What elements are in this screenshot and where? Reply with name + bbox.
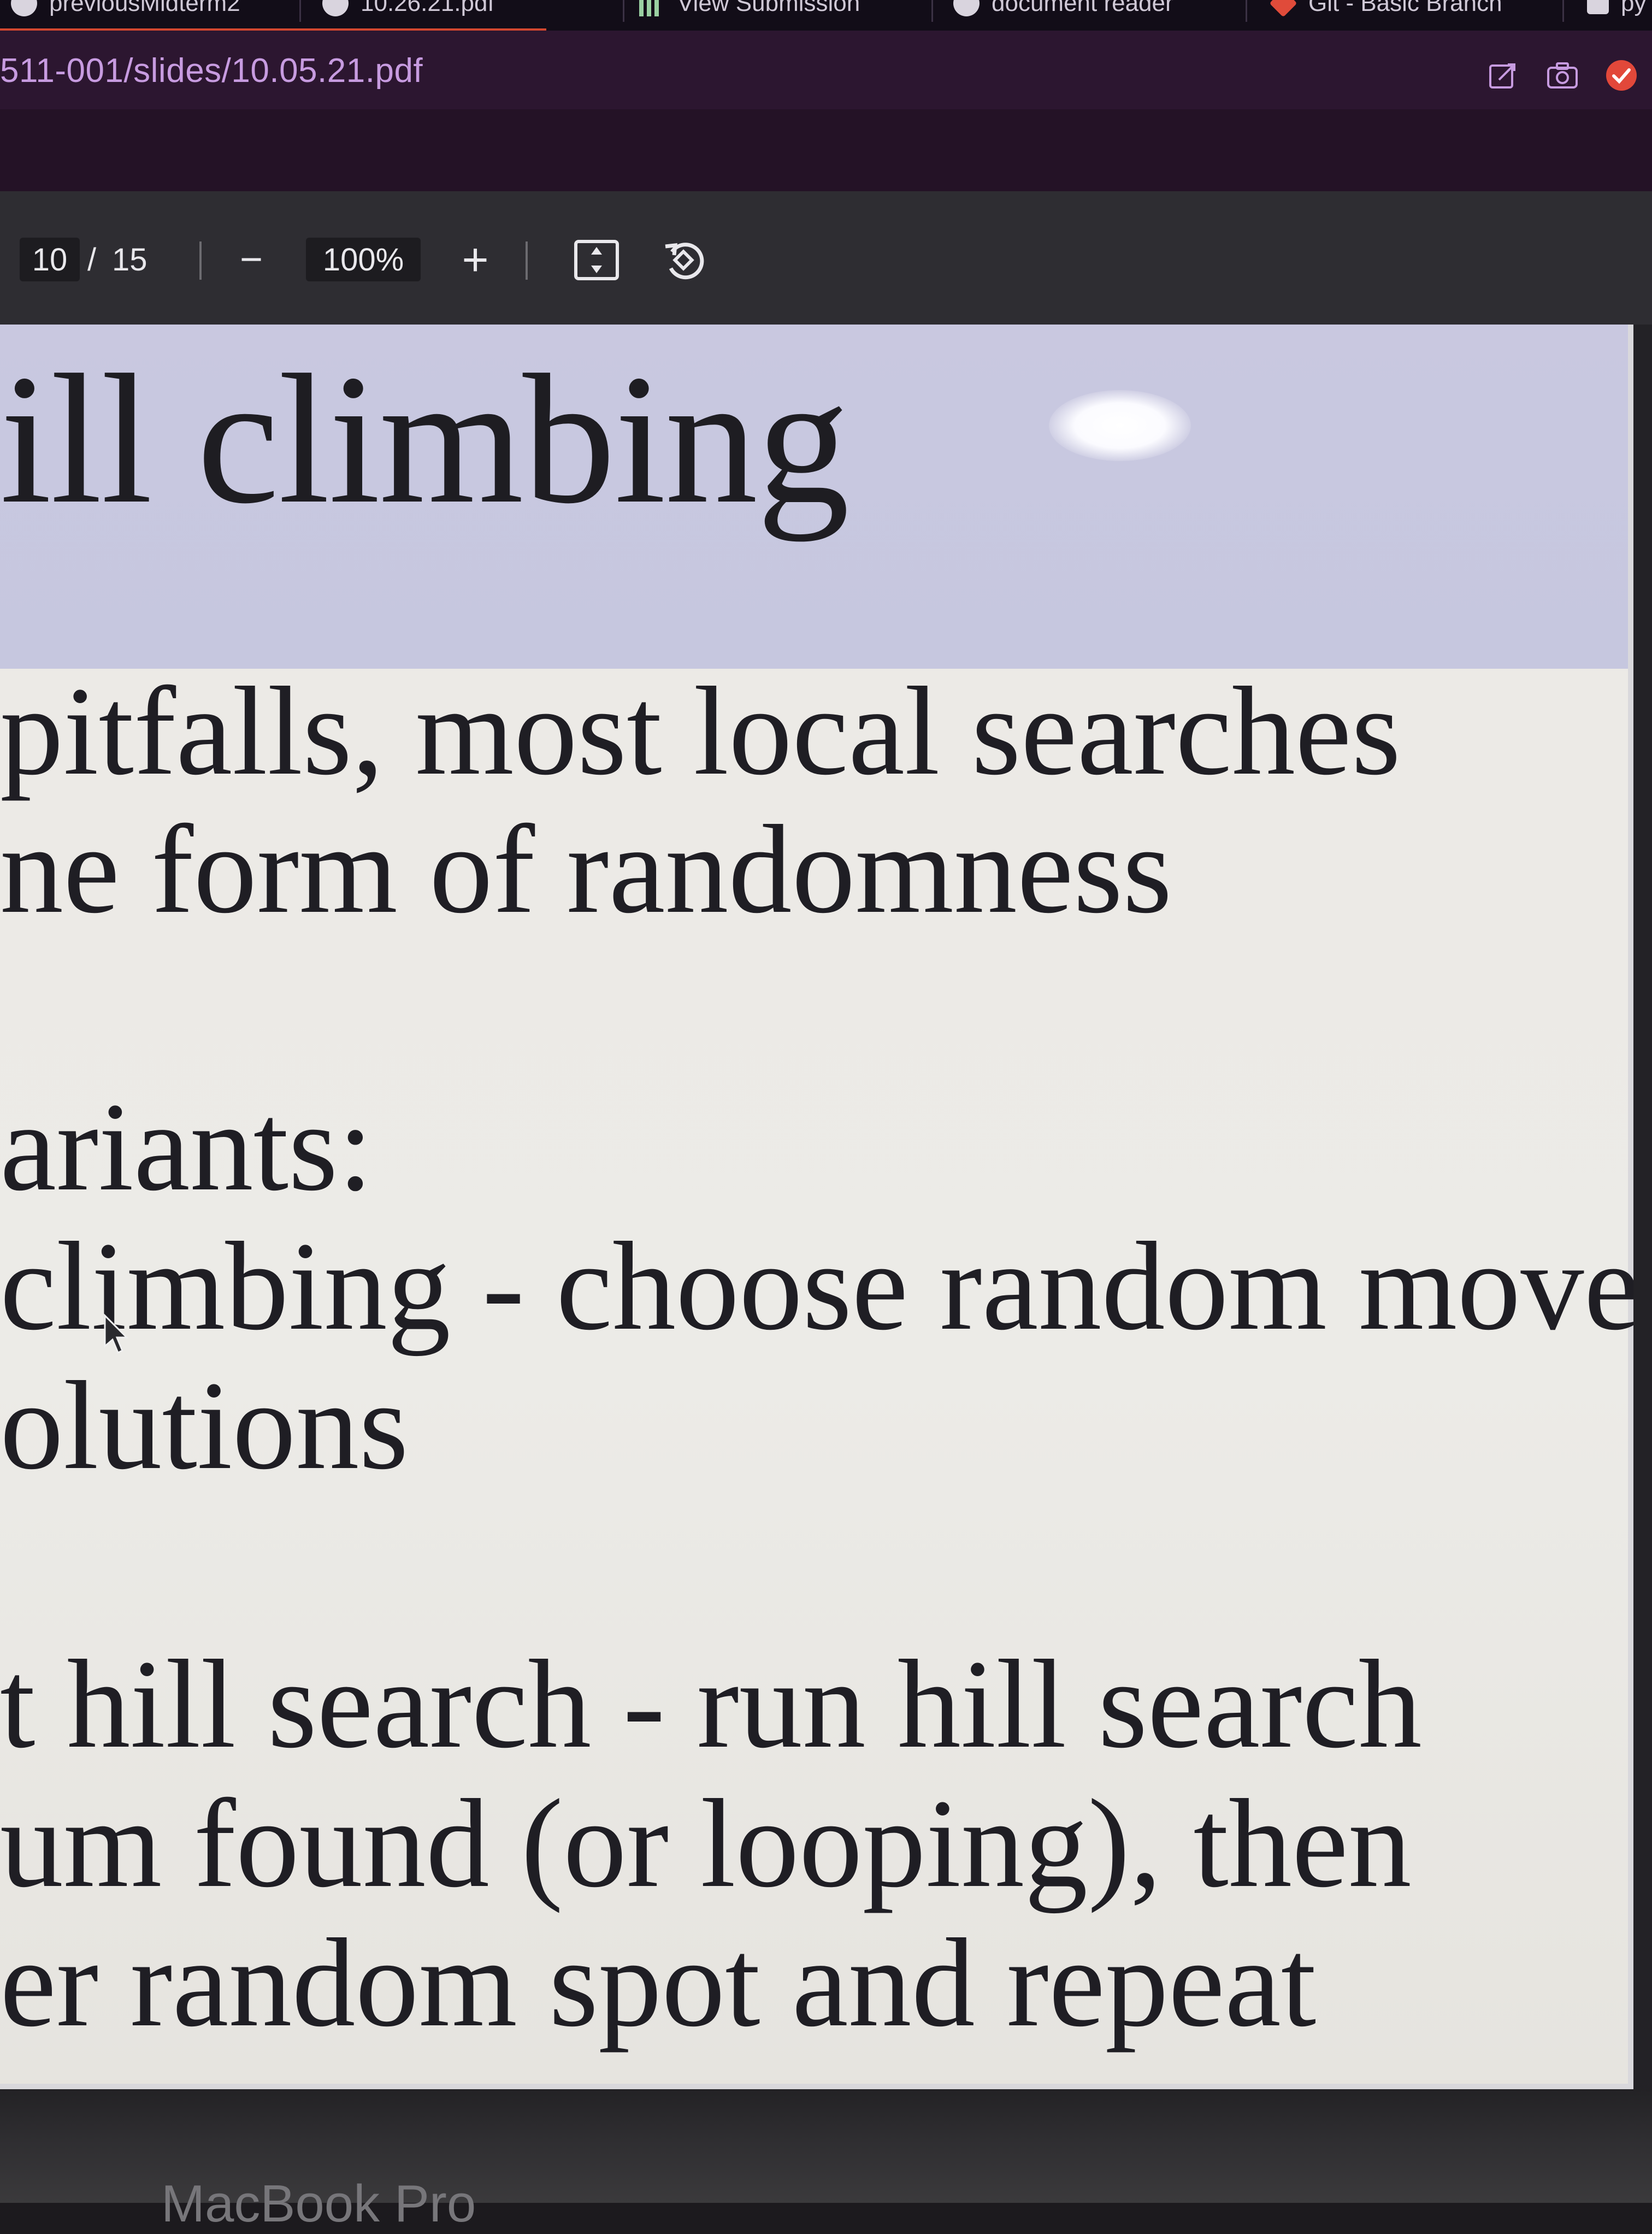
slide-text-line: olutions bbox=[0, 1355, 409, 1496]
github-icon bbox=[322, 0, 349, 16]
github-icon bbox=[953, 0, 980, 16]
zoom-out-button[interactable]: − bbox=[232, 238, 270, 281]
toolbar-divider bbox=[526, 241, 528, 280]
page-separator: / bbox=[87, 241, 97, 278]
tab-git-basic-branch[interactable]: Git - Basic Branch bbox=[1269, 0, 1502, 19]
screen-glare bbox=[1049, 390, 1191, 461]
mouse-cursor-icon bbox=[104, 1313, 129, 1354]
tab-divider bbox=[1246, 0, 1247, 22]
fit-to-page-icon[interactable] bbox=[574, 239, 620, 281]
slide-body: pitfalls, most local searches ne form of… bbox=[0, 661, 1640, 2084]
url-field[interactable]: 511-001/slides/10.05.21.pdf bbox=[0, 51, 423, 90]
address-bar-actions bbox=[1486, 58, 1639, 93]
page-number-input[interactable]: 10 bbox=[20, 238, 80, 281]
slide-text-line: climbing - choose random move bbox=[0, 1216, 1641, 1357]
shield-check-icon[interactable] bbox=[1604, 58, 1639, 93]
slide-header: ill climbing bbox=[0, 325, 1628, 669]
git-icon bbox=[1269, 0, 1297, 17]
tab-view-submission[interactable]: View Submission bbox=[639, 0, 860, 19]
slide-text-line: t hill search - run hill search bbox=[0, 1634, 1422, 1775]
slide-text-line: um found (or looping), then bbox=[0, 1773, 1412, 1914]
zoom-level[interactable]: 100% bbox=[306, 238, 421, 281]
zoom-in-button[interactable]: + bbox=[453, 234, 497, 285]
tab-label: Git - Basic Branch bbox=[1308, 0, 1502, 16]
tab-label: document reader bbox=[992, 0, 1173, 16]
pdf-toolbar: 10 / 15 − 100% + bbox=[0, 191, 1652, 325]
tab-pdf[interactable]: 10.26.21.pdf bbox=[322, 0, 494, 19]
edit-share-icon[interactable] bbox=[1486, 58, 1521, 93]
laptop-bezel: MacBook Pro bbox=[0, 2089, 1652, 2233]
tab-divider bbox=[623, 0, 624, 22]
tab-previous-midterm[interactable]: previousMidterm2 bbox=[11, 0, 240, 19]
github-icon bbox=[11, 0, 37, 16]
tab-divider bbox=[931, 0, 933, 22]
tab-py[interactable]: py bbox=[1587, 0, 1646, 19]
tab-divider bbox=[299, 0, 301, 22]
tab-divider bbox=[1562, 0, 1564, 22]
tab-label: previousMidterm2 bbox=[49, 0, 240, 16]
tab-label: 10.26.21.pdf bbox=[361, 0, 494, 16]
chart-bars-icon bbox=[639, 0, 665, 16]
tab-strip: previousMidterm2 10.26.21.pdf View Submi… bbox=[0, 0, 1652, 31]
slide-text-line: pitfalls, most local searches bbox=[0, 661, 1401, 801]
tab-document-reader[interactable]: document reader bbox=[953, 0, 1173, 19]
pdf-page: ill climbing pitfalls, most local search… bbox=[0, 325, 1640, 2089]
screen-edge bbox=[1633, 325, 1652, 2089]
device-label: MacBook Pro bbox=[161, 2174, 476, 2233]
slide-text-line: er random spot and repeat bbox=[0, 1913, 1317, 2053]
camera-icon[interactable] bbox=[1545, 58, 1580, 93]
slide-text-line: ne form of randomness bbox=[0, 799, 1172, 940]
stack-icon bbox=[1587, 0, 1609, 14]
tab-label: py bbox=[1621, 0, 1647, 16]
slide-title: ill climbing bbox=[0, 336, 849, 542]
slide-text-line: ariants: bbox=[0, 1077, 373, 1217]
address-bar: 511-001/slides/10.05.21.pdf bbox=[0, 31, 1652, 109]
tab-label: View Submission bbox=[677, 0, 860, 16]
rotate-icon[interactable] bbox=[661, 238, 707, 284]
bookmarks-bar bbox=[0, 109, 1652, 191]
page-total: 15 bbox=[112, 241, 148, 278]
toolbar-divider bbox=[199, 241, 202, 280]
